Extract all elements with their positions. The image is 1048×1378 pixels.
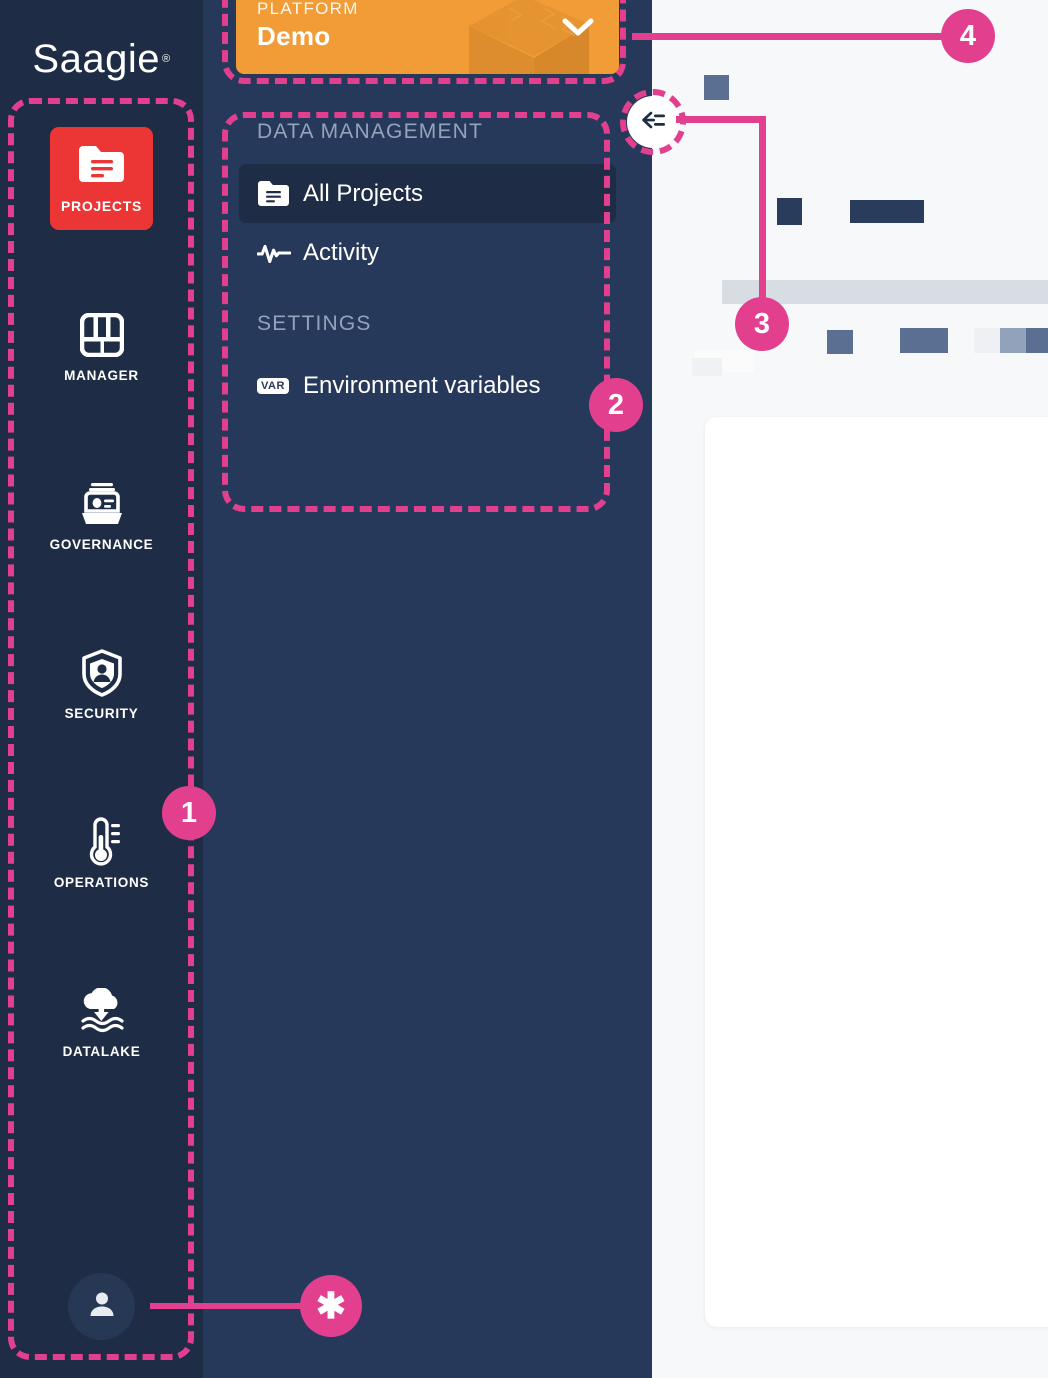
catalog-card-icon [78,482,126,526]
sidebar-item-governance[interactable]: GOVERNANCE [50,465,153,568]
sidebar-item-label: MANAGER [64,367,139,383]
collapse-sidebar-button[interactable] [627,96,679,148]
shield-user-icon [80,648,124,697]
logo-registered-mark: ® [161,53,171,65]
content-placeholder-block [974,328,1000,353]
sidebar-item-label: SECURITY [64,705,139,721]
folder-lines-icon [77,143,126,187]
content-placeholder-block [777,198,802,225]
chevron-down-icon[interactable] [561,16,595,43]
content-placeholder-block [850,200,924,223]
platform-selector[interactable]: PLATFORM Demo [236,0,619,74]
sidebar-item-manager[interactable]: MANAGER [50,296,153,399]
content-placeholder-block [1000,328,1026,353]
content-placeholder-block [1026,328,1048,353]
sidebar-item-datalake[interactable]: DATALAKE [50,972,153,1075]
sidebar-item-operations[interactable]: OPERATIONS [50,803,153,906]
cloud-download-waves-icon [76,987,128,1033]
user-avatar-button[interactable] [68,1273,135,1340]
sidebar-item-projects[interactable]: PROJECTS [50,127,153,230]
sidebar-item-label: GOVERNANCE [49,536,154,552]
sidebar-item-security[interactable]: SECURITY [50,634,153,737]
nav-item-label: All Projects [303,179,424,207]
secondary-sidebar: PLATFORM Demo DATA MANAGEMENT All Projec… [203,0,652,1378]
main-content-area [652,0,1048,1378]
grid-panels-icon [79,312,124,357]
nav-section-title-data-management: DATA MANAGEMENT [257,120,484,143]
folder-lines-icon [257,180,291,208]
nav-item-activity[interactable]: Activity [239,223,616,282]
pulse-activity-icon [257,240,291,266]
nav-section-title-settings: SETTINGS [257,312,372,335]
app-root: Saagie ® PROJECTS MANAGER GOVERNANCE SEC… [0,0,1048,1378]
collapse-sidebar-arrow-icon [638,108,668,137]
primary-sidebar: Saagie ® PROJECTS MANAGER GOVERNANCE SEC… [0,0,203,1378]
sidebar-item-label: DATALAKE [62,1043,141,1059]
nav-sections: DATA MANAGEMENT All Projects Activity SE… [203,120,652,415]
content-placeholder-block [900,328,948,353]
content-placeholder-block [692,358,722,376]
var-badge-text: VAR [257,377,289,394]
app-logo: Saagie ® [32,28,170,90]
user-avatar-icon [87,1289,117,1324]
nav-item-label: Activity [303,238,380,266]
platform-value: Demo [257,21,331,51]
content-toolbar-strip [722,280,1048,304]
nav-item-environment-variables[interactable]: VAR Environment variables [239,356,616,415]
content-placeholder-block [704,75,729,100]
sidebar-item-label: OPERATIONS [53,874,150,890]
thermometer-icon [81,816,123,865]
content-placeholder-block [827,330,853,354]
logo-text: Saagie [32,36,160,81]
nav-item-all-projects[interactable]: All Projects [239,164,616,223]
content-card [705,417,1048,1327]
platform-label: PLATFORM [257,0,359,18]
primary-nav-list: PROJECTS MANAGER GOVERNANCE SECURITY OPE… [0,127,203,1141]
sidebar-item-label: PROJECTS [60,198,143,214]
var-badge-icon: VAR [257,377,291,394]
nav-item-label: Environment variables [303,371,541,399]
